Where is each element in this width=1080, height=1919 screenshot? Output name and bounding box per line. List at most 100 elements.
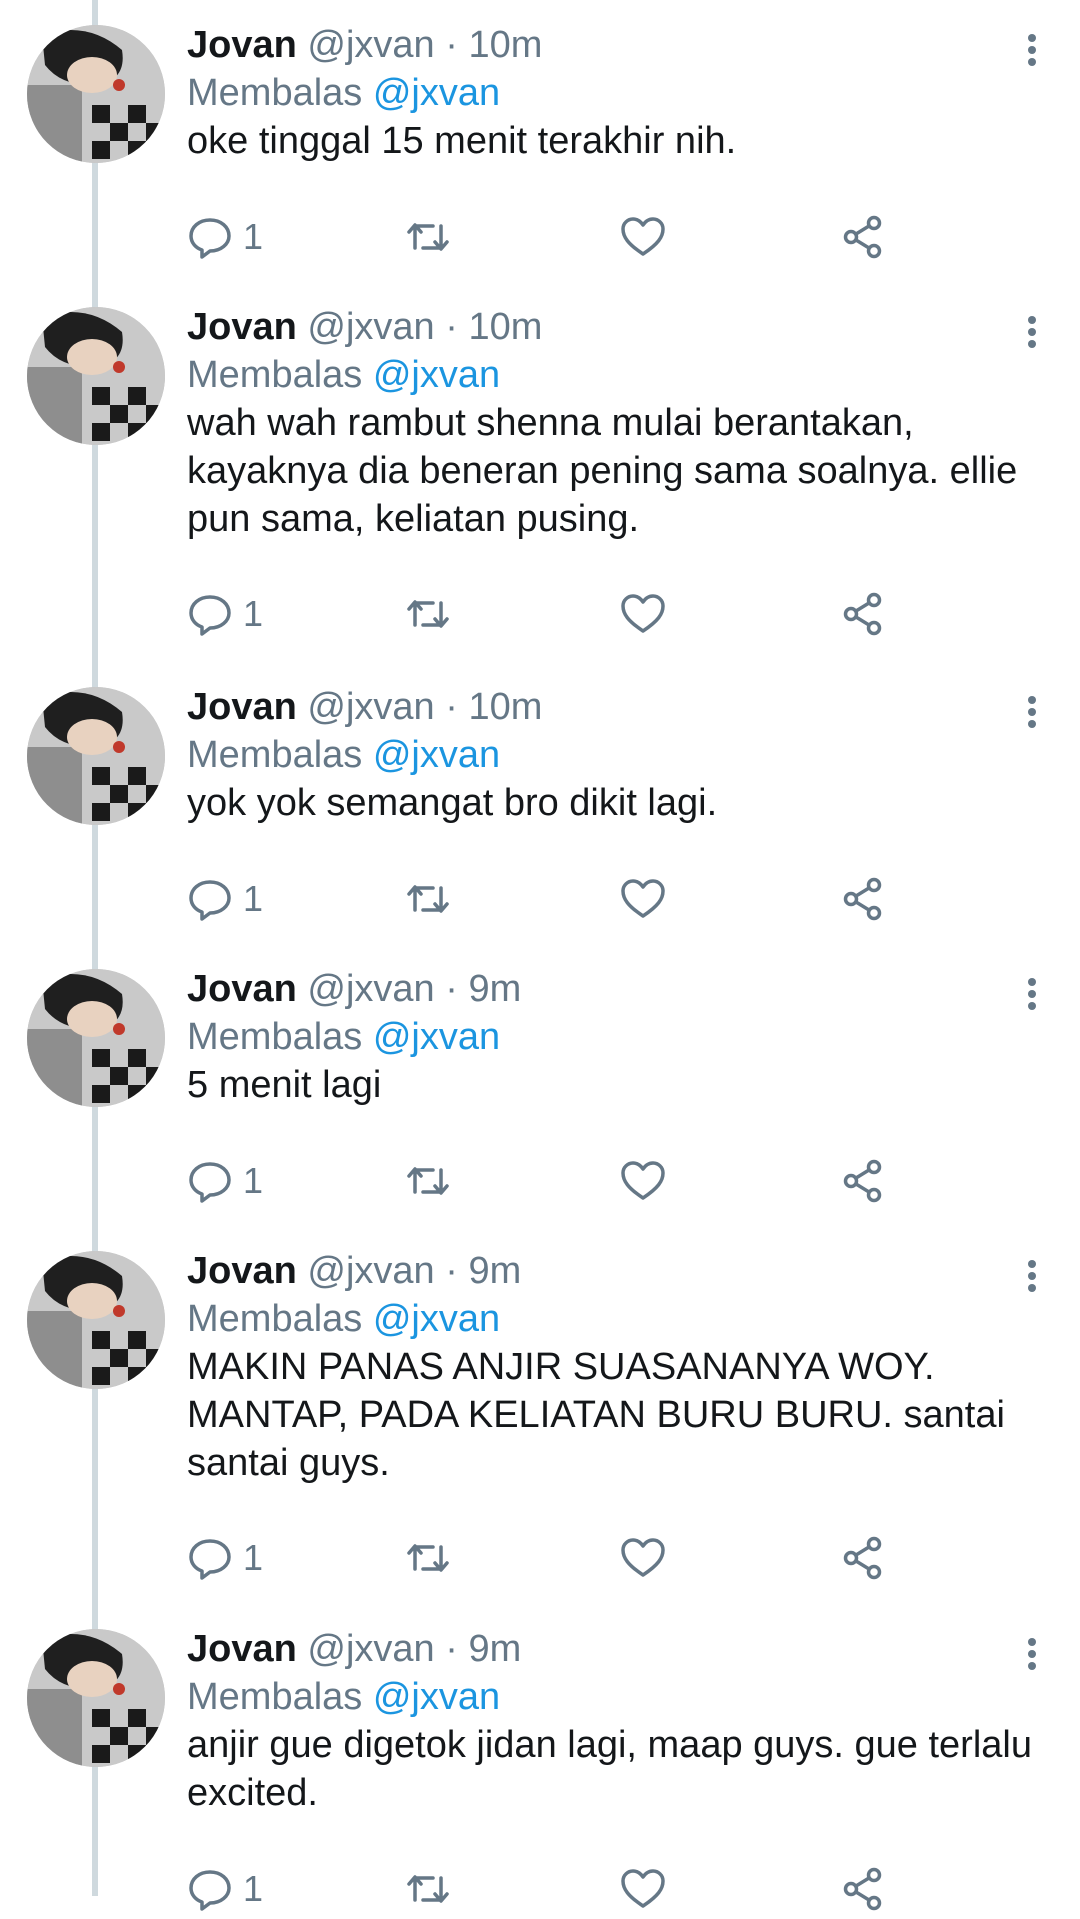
like-button[interactable] bbox=[618, 869, 668, 929]
tweet-header: Jovan @jxvan · 9m bbox=[187, 1248, 521, 1294]
reply-prefix: Membalas bbox=[187, 354, 363, 396]
retweet-icon bbox=[407, 600, 449, 628]
avatar[interactable] bbox=[27, 307, 165, 445]
timestamp[interactable]: 9m bbox=[468, 968, 521, 1010]
reply-mention-link[interactable]: @jxvan bbox=[373, 1298, 500, 1340]
thread-line bbox=[92, 0, 98, 1896]
user-handle[interactable]: @jxvan bbox=[307, 1628, 434, 1670]
reply-count: 1 bbox=[243, 1537, 264, 1578]
retweet-icon bbox=[407, 1875, 449, 1903]
display-name[interactable]: Jovan bbox=[187, 306, 297, 348]
timestamp[interactable]: 9m bbox=[468, 1250, 521, 1292]
timestamp[interactable]: 10m bbox=[468, 306, 542, 348]
reply-button[interactable]: 1 bbox=[185, 584, 263, 644]
reply-context: Membalas @jxvan bbox=[187, 1014, 500, 1060]
like-button[interactable] bbox=[618, 1528, 668, 1588]
user-handle[interactable]: @jxvan bbox=[307, 686, 434, 728]
user-handle[interactable]: @jxvan bbox=[307, 968, 434, 1010]
more-icon[interactable] bbox=[1012, 692, 1052, 732]
reply-count: 1 bbox=[243, 878, 264, 919]
like-button[interactable] bbox=[618, 1151, 668, 1211]
more-icon[interactable] bbox=[1012, 312, 1052, 352]
share-icon bbox=[843, 1159, 882, 1203]
reply-button[interactable]: 1 bbox=[185, 869, 263, 929]
avatar[interactable] bbox=[27, 25, 165, 163]
share-button[interactable] bbox=[838, 869, 888, 929]
reply-prefix: Membalas bbox=[187, 1298, 363, 1340]
retweet-button[interactable] bbox=[403, 1528, 453, 1588]
share-icon bbox=[843, 877, 882, 921]
reply-count: 1 bbox=[243, 1160, 264, 1201]
like-button[interactable] bbox=[618, 207, 668, 267]
avatar[interactable] bbox=[27, 1251, 165, 1389]
avatar[interactable] bbox=[27, 969, 165, 1107]
share-button[interactable] bbox=[838, 1528, 888, 1588]
more-icon[interactable] bbox=[1012, 1634, 1052, 1674]
display-name[interactable]: Jovan bbox=[187, 1250, 297, 1292]
reply-context: Membalas @jxvan bbox=[187, 1674, 500, 1720]
reply-icon bbox=[189, 1162, 231, 1203]
reply-button[interactable]: 1 bbox=[185, 1859, 263, 1919]
display-name[interactable]: Jovan bbox=[187, 686, 297, 728]
share-button[interactable] bbox=[838, 1151, 888, 1211]
reply-mention-link[interactable]: @jxvan bbox=[373, 72, 500, 114]
avatar-image bbox=[27, 1251, 165, 1389]
avatar[interactable] bbox=[27, 687, 165, 825]
reply-mention-link[interactable]: @jxvan bbox=[373, 354, 500, 396]
reply-mention-link[interactable]: @jxvan bbox=[373, 734, 500, 776]
reply-button[interactable]: 1 bbox=[185, 1528, 263, 1588]
timestamp[interactable]: 9m bbox=[468, 1628, 521, 1670]
avatar[interactable] bbox=[27, 1629, 165, 1767]
timestamp[interactable]: 10m bbox=[468, 686, 542, 728]
more-icon[interactable] bbox=[1012, 30, 1052, 70]
reply-button[interactable]: 1 bbox=[185, 207, 263, 267]
reply-prefix: Membalas bbox=[187, 1016, 363, 1058]
like-icon bbox=[621, 1869, 665, 1908]
retweet-button[interactable] bbox=[403, 869, 453, 929]
reply-icon bbox=[189, 1539, 231, 1580]
user-handle[interactable]: @jxvan bbox=[307, 306, 434, 348]
reply-prefix: Membalas bbox=[187, 734, 363, 776]
more-icon[interactable] bbox=[1012, 974, 1052, 1014]
reply-count: 1 bbox=[243, 216, 264, 257]
tweet-text: anjir gue digetok jidan lagi, maap guys.… bbox=[187, 1724, 1032, 1814]
reply-context: Membalas @jxvan bbox=[187, 70, 500, 116]
user-handle[interactable]: @jxvan bbox=[307, 24, 434, 66]
reply-mention-link[interactable]: @jxvan bbox=[373, 1676, 500, 1718]
tweet-actions: 1 bbox=[0, 1151, 1080, 1211]
separator: · bbox=[445, 686, 458, 728]
tweet-text: oke tinggal 15 menit terakhir nih. bbox=[187, 120, 737, 162]
like-button[interactable] bbox=[618, 1859, 668, 1919]
like-icon bbox=[621, 217, 665, 256]
share-button[interactable] bbox=[838, 207, 888, 267]
avatar-image bbox=[27, 969, 165, 1107]
share-button[interactable] bbox=[838, 584, 888, 644]
more-icon[interactable] bbox=[1012, 1256, 1052, 1296]
display-name[interactable]: Jovan bbox=[187, 1628, 297, 1670]
reply-context: Membalas @jxvan bbox=[187, 352, 500, 398]
retweet-button[interactable] bbox=[403, 1151, 453, 1211]
tweet-text: wah wah rambut shenna mulai berantakan, … bbox=[187, 402, 1018, 540]
reply-icon bbox=[189, 595, 231, 636]
reply-icon bbox=[189, 1870, 231, 1911]
like-button[interactable] bbox=[618, 584, 668, 644]
tweet-actions: 1 bbox=[0, 1859, 1080, 1919]
display-name[interactable]: Jovan bbox=[187, 24, 297, 66]
tweet-actions: 1 bbox=[0, 1528, 1080, 1588]
retweet-button[interactable] bbox=[403, 584, 453, 644]
retweet-button[interactable] bbox=[403, 207, 453, 267]
reply-mention-link[interactable]: @jxvan bbox=[373, 1016, 500, 1058]
tweet-actions: 1 bbox=[0, 207, 1080, 267]
share-button[interactable] bbox=[838, 1859, 888, 1919]
tweet-header: Jovan @jxvan · 10m bbox=[187, 22, 542, 68]
user-handle[interactable]: @jxvan bbox=[307, 1250, 434, 1292]
retweet-icon bbox=[407, 1167, 449, 1195]
retweet-button[interactable] bbox=[403, 1859, 453, 1919]
retweet-icon bbox=[407, 1544, 449, 1572]
display-name[interactable]: Jovan bbox=[187, 968, 297, 1010]
avatar-image bbox=[27, 25, 165, 163]
reply-button[interactable]: 1 bbox=[185, 1151, 263, 1211]
timestamp[interactable]: 10m bbox=[468, 24, 542, 66]
tweet-text: 5 menit lagi bbox=[187, 1064, 382, 1106]
tweet-actions: 1 bbox=[0, 869, 1080, 929]
